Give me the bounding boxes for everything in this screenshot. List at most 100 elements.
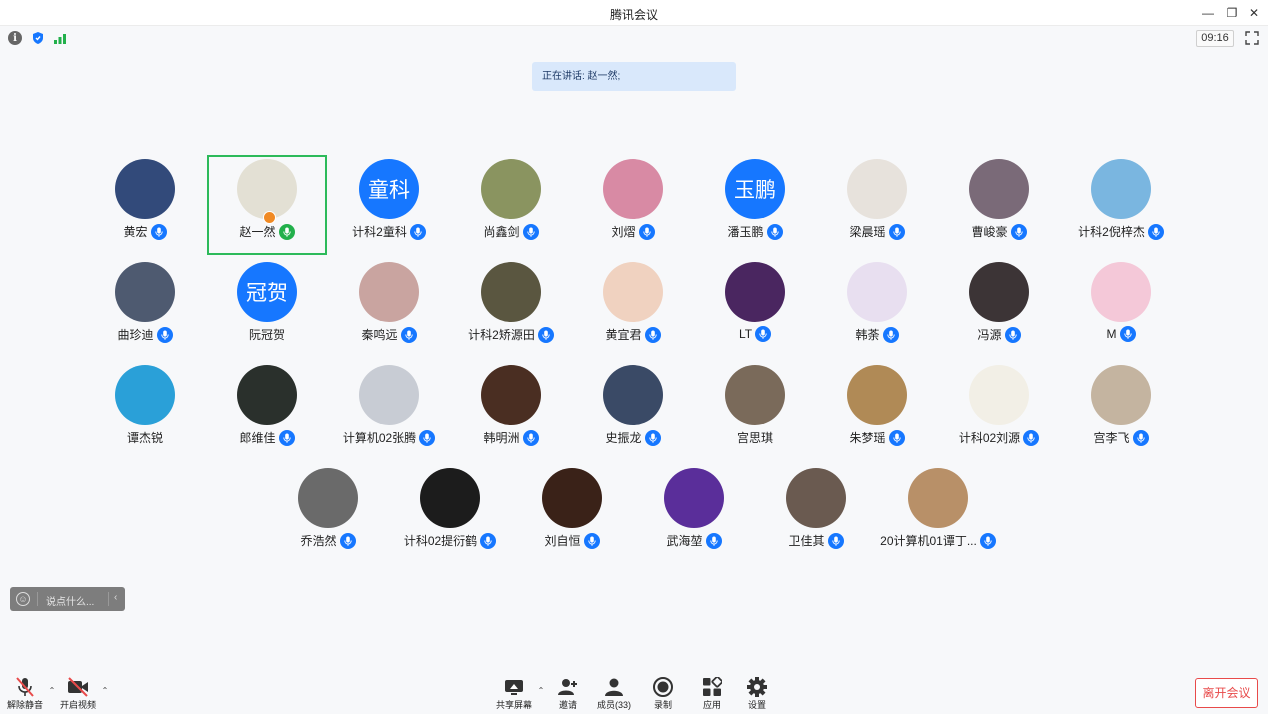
- participant-name-row: M: [1061, 326, 1181, 342]
- mic-icon: [705, 532, 722, 549]
- participant-tile[interactable]: 黄宜君: [573, 258, 693, 358]
- participant-name: 黄宏: [123, 225, 148, 239]
- participant-tile[interactable]: 曲珍迪: [85, 258, 205, 358]
- participant-name: 乔浩然: [300, 534, 337, 548]
- participant-tile[interactable]: 20计算机01谭丁...: [878, 464, 998, 564]
- participant-tile[interactable]: 宫思琪: [695, 361, 815, 461]
- participant-tile[interactable]: M: [1061, 258, 1181, 358]
- participant-tile[interactable]: 卫佳其: [756, 464, 876, 564]
- meeting-timer: 09:16: [1196, 30, 1234, 47]
- avatar: [481, 262, 541, 322]
- avatar: [725, 262, 785, 322]
- avatar: [115, 365, 175, 425]
- participant-tile[interactable]: 黄宏: [85, 155, 205, 255]
- chat-box[interactable]: ☺ 说点什么... ‹: [10, 587, 125, 611]
- participant-name-row: 计算机02张腾: [329, 429, 449, 446]
- video-options-chevron-icon[interactable]: ⌃: [100, 686, 110, 696]
- avatar: [542, 468, 602, 528]
- mic-icon: [522, 429, 539, 446]
- mic-icon: [278, 429, 295, 446]
- participant-name-row: 冯源: [939, 326, 1059, 343]
- participant-tile[interactable]: 秦鸣远: [329, 258, 449, 358]
- avatar: [1091, 365, 1151, 425]
- share-screen-button[interactable]: 共享屏幕: [489, 676, 539, 712]
- chat-input-placeholder[interactable]: 说点什么...: [46, 593, 94, 608]
- leave-meeting-button[interactable]: 离开会议: [1195, 678, 1258, 708]
- camera-off-icon: [53, 676, 103, 698]
- mic-icon: [644, 326, 661, 343]
- participant-tile[interactable]: 韩荼: [817, 258, 937, 358]
- signal-icon[interactable]: [53, 31, 67, 45]
- avatar: [237, 365, 297, 425]
- participant-tile[interactable]: 曹峻豪: [939, 155, 1059, 255]
- participant-tile[interactable]: 赵一然: [207, 155, 327, 255]
- info-icon[interactable]: i: [8, 31, 22, 45]
- participant-tile[interactable]: 冯源: [939, 258, 1059, 358]
- participant-tile[interactable]: 朱梦瑶: [817, 361, 937, 461]
- start-video-button[interactable]: 开启视频: [53, 676, 103, 712]
- participant-tile[interactable]: 史振龙: [573, 361, 693, 461]
- participant-tile[interactable]: 谭杰锐: [85, 361, 205, 461]
- window-title: 腾讯会议: [609, 8, 658, 22]
- participant-tile[interactable]: 刘熠: [573, 155, 693, 255]
- participant-name: 阮冠贺: [248, 328, 285, 342]
- emoji-icon[interactable]: ☺: [16, 592, 30, 606]
- participant-name: 刘熠: [611, 225, 636, 239]
- participant-tile[interactable]: 冠贺 阮冠贺: [207, 258, 327, 358]
- mic-icon: [1004, 326, 1021, 343]
- mic-icon: [583, 532, 600, 549]
- participant-name: 曲珍迪: [117, 328, 154, 342]
- collapse-chat-icon[interactable]: ‹: [114, 592, 117, 603]
- participant-name: 卫佳其: [788, 534, 825, 548]
- shield-icon[interactable]: [31, 31, 45, 45]
- participant-tile[interactable]: 武海堃: [634, 464, 754, 564]
- participant-name: 曹峻豪: [971, 225, 1008, 239]
- settings-button[interactable]: 设置: [732, 676, 782, 712]
- participant-tile[interactable]: 计科02提衍鹤: [390, 464, 510, 564]
- participant-name: 尚鑫剑: [483, 225, 520, 239]
- avatar: 童科: [359, 159, 419, 219]
- mic-icon: [766, 223, 783, 240]
- participant-name: 计科2矫源田: [468, 328, 535, 342]
- avatar: [359, 365, 419, 425]
- participant-tile[interactable]: 计科02刘源: [939, 361, 1059, 461]
- participant-tile[interactable]: LT: [695, 258, 815, 358]
- restore-button[interactable]: ❐: [1222, 4, 1242, 22]
- participant-name-row: 曲珍迪: [85, 326, 205, 343]
- participant-tile[interactable]: 计算机02张腾: [329, 361, 449, 461]
- avatar: [1091, 159, 1151, 219]
- participant-tile[interactable]: 乔浩然: [268, 464, 388, 564]
- avatar: [115, 159, 175, 219]
- participant-name-row: LT: [695, 326, 815, 342]
- participant-tile[interactable]: 宫李飞: [1061, 361, 1181, 461]
- avatar: [298, 468, 358, 528]
- minimize-button[interactable]: —: [1198, 4, 1218, 22]
- participant-tile[interactable]: 计科2倪梓杰: [1061, 155, 1181, 255]
- mic-icon: [537, 326, 554, 343]
- mic-icon: [400, 326, 417, 343]
- avatar: 玉鹏: [725, 159, 785, 219]
- participant-name: 宫思琪: [736, 431, 773, 445]
- mic-icon: [339, 532, 356, 549]
- fullscreen-icon[interactable]: [1245, 31, 1259, 45]
- participant-tile[interactable]: 刘自恒: [512, 464, 632, 564]
- mic-icon: [638, 223, 655, 240]
- participant-tile[interactable]: 玉鹏 潘玉鹏: [695, 155, 815, 255]
- mic-icon: [156, 326, 173, 343]
- mic-icon: [150, 223, 167, 240]
- close-button[interactable]: ✕: [1244, 4, 1264, 22]
- participant-tile[interactable]: 计科2矫源田: [451, 258, 571, 358]
- participant-name-row: 黄宏: [85, 223, 205, 240]
- participant-tile[interactable]: 郎维佳: [207, 361, 327, 461]
- participant-name: 黄宜君: [605, 328, 642, 342]
- speaking-banner: 正在讲话: 赵一然;: [532, 62, 736, 91]
- participant-tile[interactable]: 尚鑫剑: [451, 155, 571, 255]
- participant-tile[interactable]: 韩明洲: [451, 361, 571, 461]
- participant-name: M: [1106, 327, 1117, 341]
- participant-name: 赵一然: [239, 225, 276, 239]
- participant-name-row: 计科02刘源: [939, 429, 1059, 446]
- participant-tile[interactable]: 梁晨瑶: [817, 155, 937, 255]
- participant-tile[interactable]: 童科 计科2童科: [329, 155, 449, 255]
- participant-name-row: 曹峻豪: [939, 223, 1059, 240]
- mic-icon: [409, 223, 426, 240]
